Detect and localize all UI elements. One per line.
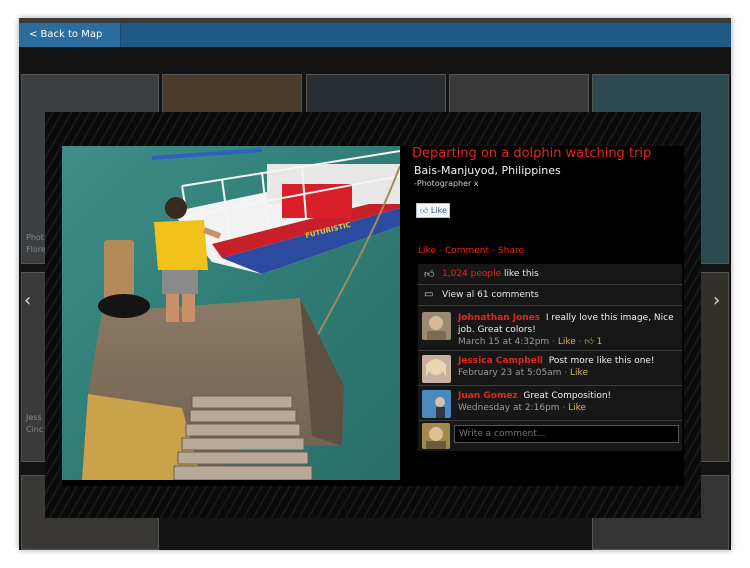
action-separator: - — [489, 246, 499, 256]
likes-count-link[interactable]: 1,024 people — [442, 269, 501, 279]
photographer: -Photographer x — [414, 179, 479, 188]
avatar[interactable] — [422, 355, 451, 383]
bg-caption: Cinc — [26, 425, 44, 434]
comment-item: Juan Gomez Great Composition! Wednesday … — [418, 386, 682, 421]
bg-caption: Flore — [26, 245, 46, 254]
comment-author[interactable]: Jessica Campbell — [458, 356, 543, 366]
comment-item: Jessica Campbell Post more like this one… — [418, 351, 682, 386]
comment-like-link[interactable]: Like — [558, 337, 576, 347]
comment-body: Jessica Campbell Post more like this one… — [458, 355, 678, 379]
bg-tile[interactable] — [449, 74, 589, 114]
top-bar: < Back to Map — [19, 23, 731, 47]
view-all-comments-link[interactable]: View al 61 comments — [442, 290, 539, 300]
comments-count-row[interactable]: ▭ View al 61 comments — [418, 285, 682, 306]
photo-title: Departing on a dolphin watching trip — [412, 146, 652, 161]
comment-text: Great Composition! — [523, 391, 612, 401]
details-panel: Departing on a dolphin watching trip Bai… — [412, 146, 684, 480]
write-comment-row — [418, 421, 682, 451]
likes-text: 1,024 people like this — [442, 269, 539, 279]
comment-meta: March 15 at 4:32pm · Like · 👍︎ 1 — [458, 337, 603, 347]
bg-caption: Phot — [26, 233, 44, 242]
comment-link[interactable]: Comment — [445, 246, 489, 256]
comment-bubble-icon: ▭ — [424, 289, 434, 300]
avatar[interactable] — [422, 390, 451, 418]
like-button-label: Like — [430, 206, 447, 215]
avatar[interactable] — [422, 312, 451, 340]
comment-date: February 23 at 5:05am — [458, 368, 562, 378]
comment-meta: Wednesday at 2:16pm · Like — [458, 403, 587, 413]
comment-like-link[interactable]: Like — [570, 368, 588, 378]
like-link[interactable]: Like — [418, 246, 436, 256]
app-screen: < Back to Map Phot Flore Jess Cinc ‹ › F… — [19, 18, 731, 550]
photo-modal: FUTURISTIC Departing on a dolphin watchi… — [45, 112, 701, 518]
likes-suffix: like this — [501, 269, 539, 279]
next-arrow-icon[interactable]: › — [713, 290, 720, 311]
comment-like-count: 1 — [596, 337, 603, 347]
avatar — [422, 423, 450, 449]
photo-location: Bais-Manjuyod, Philippines — [414, 164, 561, 177]
photo-image[interactable]: FUTURISTIC — [62, 146, 400, 480]
thumbs-up-icon: 👍︎ — [584, 337, 594, 347]
comment-like-link[interactable]: Like — [568, 403, 586, 413]
bg-tile[interactable] — [306, 74, 446, 114]
comment-item: Johnathan Jones I really love this image… — [418, 306, 682, 351]
feedback-list: 👍︎ 1,024 people like this ▭ View al 61 c… — [418, 264, 682, 451]
back-to-map-button[interactable]: < Back to Map — [19, 23, 121, 47]
facebook-like-button[interactable]: 👍︎ Like — [416, 203, 450, 218]
bg-tile[interactable] — [162, 74, 302, 114]
comment-date: March 15 at 4:32pm — [458, 337, 550, 347]
thumbs-up-icon: 👍︎ — [424, 269, 435, 280]
likes-row: 👍︎ 1,024 people like this — [418, 264, 682, 285]
actions-bar: Like - Comment - Share — [418, 246, 524, 256]
thumbs-up-icon: 👍︎ — [420, 206, 429, 215]
comment-author[interactable]: Johnathan Jones — [458, 313, 540, 323]
comment-author[interactable]: Juan Gomez — [458, 391, 518, 401]
modal-content: FUTURISTIC Departing on a dolphin watchi… — [62, 146, 684, 486]
comment-body: Juan Gomez Great Composition! Wednesday … — [458, 390, 678, 414]
photo-illustration: FUTURISTIC — [62, 146, 400, 480]
action-separator: - — [435, 246, 445, 256]
write-comment-input[interactable] — [454, 425, 679, 443]
prev-arrow-icon[interactable]: ‹ — [24, 290, 31, 311]
comment-body: Johnathan Jones I really love this image… — [458, 312, 678, 348]
comment-meta: February 23 at 5:05am · Like — [458, 368, 588, 378]
bg-caption: Jess — [26, 413, 42, 422]
comment-date: Wednesday at 2:16pm — [458, 403, 560, 413]
share-link[interactable]: Share — [498, 246, 524, 256]
comment-text: Post more like this one! — [548, 356, 655, 366]
